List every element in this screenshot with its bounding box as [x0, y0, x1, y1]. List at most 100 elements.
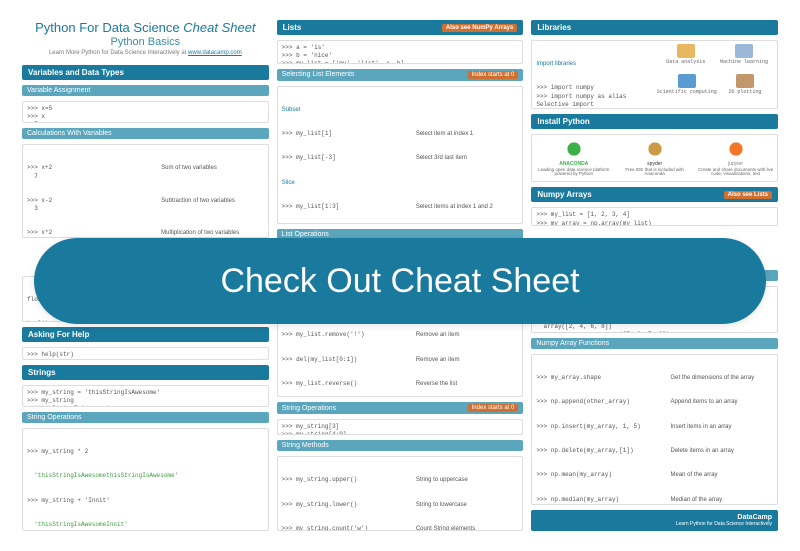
nf-d5: Median of the array — [667, 496, 774, 504]
import-label: Import libraries — [536, 60, 652, 68]
lm-d1: Remove an item — [412, 331, 519, 339]
calc-code-1: >>> x-2 3 — [27, 197, 157, 213]
nf-d3: Delete items in an array — [667, 447, 774, 455]
subset-label: Subset — [282, 106, 519, 114]
header: Python For Data Science Cheat Sheet Pyth… — [22, 20, 269, 56]
code-calculations: >>> x+2 7Sum of two variables >>> x-2 3S… — [22, 144, 269, 238]
section-numpy-arrays: Numpy Arrays Also see Lists — [531, 187, 778, 202]
sm-c1: >>> my_string.lower() — [282, 501, 412, 509]
lib-cap-1: Machine learning — [715, 59, 773, 66]
subset-desc-1: Select 3rd last item — [412, 154, 519, 162]
section-lists: Lists Also see NumPy Arrays — [277, 20, 524, 35]
nf-d4: Mean of the array — [667, 471, 774, 479]
slice-desc-0: Select items at index 1 and 2 — [412, 203, 519, 211]
lib-matplotlib: 2D plotting — [717, 74, 773, 104]
sub-string-methods: String Methods — [277, 440, 524, 451]
strop-1: 'thisStringIsAwesomethisStringIsAwesome' — [27, 472, 264, 480]
installer-anaconda: ANACONDA Leading open data science platf… — [534, 139, 613, 178]
lm-c1: >>> my_list.remove('!') — [282, 331, 412, 339]
installer-jupyter: jupyter Create and share documents with … — [696, 139, 775, 178]
sub-string-operations: String Operations Index starts at 0 — [277, 402, 524, 414]
anaconda-icon — [561, 139, 587, 159]
section-strings: Strings — [22, 365, 269, 380]
nf-c1: >>> np.append(other_array) — [536, 398, 666, 406]
sm-c2: >>> my_string.count('w') — [282, 525, 412, 531]
inst-name-2: jupyter — [696, 161, 775, 167]
code-list-select: Subset >>> my_list[1]Select item at inde… — [277, 86, 524, 224]
title-text: Python For Data Science — [35, 20, 183, 35]
jupyter-icon — [723, 139, 749, 159]
also-see-lists: Also see Lists — [724, 191, 772, 199]
section-libraries: Libraries — [531, 20, 778, 35]
lib-cap-0: Data analysis — [657, 59, 715, 66]
strop-2: >>> my_string + 'Innit' — [27, 497, 264, 505]
footer: DataCamp Learn Python for Data Science I… — [531, 510, 778, 531]
sub-variable-assignment: Variable Assignment — [22, 85, 269, 96]
inst-name-1: spyder — [615, 161, 694, 167]
lib-scikit: Machine learning — [715, 44, 773, 74]
lm-c2: >>> del(my_list[0:1]) — [282, 356, 412, 364]
section-label: Libraries — [537, 23, 571, 32]
nf-d1: Append items to an array — [667, 398, 774, 406]
scikit-icon — [735, 44, 753, 58]
tagline-text: Learn More Python for Data Science Inter… — [49, 50, 186, 56]
nf-c2: >>> np.insert(my_array, 1, 5) — [536, 423, 666, 431]
slice-label: Slice — [282, 179, 519, 187]
numpy-icon — [678, 74, 696, 88]
sub-calculations: Calculations With Variables — [22, 128, 269, 139]
section-label: Lists — [283, 23, 302, 32]
code-string-index: >>> my_string[3] >>> my_string[4:9] — [277, 419, 524, 435]
calc-code-2: >>> x*2 10 — [27, 229, 157, 238]
inst-name-0: ANACONDA — [534, 161, 613, 167]
section-label: Install Python — [537, 117, 589, 126]
code-string-def: >>> my_string = 'thisStringIsAwesome' >>… — [22, 385, 269, 407]
lib-cap-3: 2D plotting — [717, 89, 773, 96]
code-numpy-fn: >>> my_array.shapeGet the dimensions of … — [531, 354, 778, 505]
subtitle: Python Basics — [22, 36, 269, 48]
lib-numpy: Scientific computing — [657, 74, 717, 104]
tagline: Learn More Python for Data Science Inter… — [22, 50, 269, 56]
nf-c0: >>> my_array.shape — [536, 374, 666, 382]
spyder-icon — [642, 139, 668, 159]
code-numpy-def: >>> my_list = [1, 2, 3, 4] >>> my_array … — [531, 207, 778, 226]
section-variables: Variables and Data Types — [22, 65, 269, 80]
sub-selecting-list: Selecting List Elements Index starts at … — [277, 69, 524, 81]
installer-spyder: spyder Free IDE that is included with An… — [615, 139, 694, 178]
lib-cap-2: Scientific computing — [657, 89, 717, 96]
calc-desc-1: Subtraction of two variables — [157, 197, 264, 213]
nf-d0: Get the dimensions of the array — [667, 374, 774, 382]
section-label: Strings — [28, 368, 56, 377]
lm-d2: Remove an item — [412, 356, 519, 364]
calc-desc-2: Multiplication of two variables — [157, 229, 264, 238]
code-libraries: Import libraries >>> import numpy >>> im… — [531, 40, 778, 109]
title-italic: Cheat Sheet — [183, 20, 255, 35]
code-var-assign: >>> x=5 >>> x 5 — [22, 101, 269, 123]
sm-c0: >>> my_string.upper() — [282, 476, 412, 484]
nf-c4: >>> np.mean(my_array) — [536, 471, 666, 479]
check-out-button[interactable]: Check Out Cheat Sheet — [34, 238, 766, 324]
section-help: Asking For Help — [22, 327, 269, 342]
also-see-numpy: Also see NumPy Arrays — [442, 24, 517, 32]
section-install: Install Python — [531, 114, 778, 129]
sm-d0: String to uppercase — [412, 476, 519, 484]
strop-3: 'thisStringIsAwesomeInnit' — [27, 521, 264, 529]
footer-brand: DataCamp — [737, 514, 772, 521]
code-string-ops: >>> my_string * 2 'thisStringIsAwesometh… — [22, 428, 269, 531]
main-title: Python For Data Science Cheat Sheet — [22, 20, 269, 35]
installers-row: ANACONDA Leading open data science platf… — [531, 134, 778, 183]
index-badge-2: Index starts at 0 — [468, 404, 519, 412]
inst-cap-0: Leading open data science platform power… — [534, 168, 613, 178]
calc-desc-0: Sum of two variables — [157, 164, 264, 180]
section-label: Variables and Data Types — [28, 68, 124, 77]
subset-code-0: >>> my_list[1] — [282, 130, 412, 138]
pandas-icon — [677, 44, 695, 58]
tagline-link[interactable]: www.datacamp.com — [188, 50, 242, 56]
matplotlib-icon — [736, 74, 754, 88]
slice-code-0: >>> my_list[1:3] — [282, 203, 412, 211]
footer-sub: Learn Python for Data Science Interactiv… — [537, 521, 772, 527]
sub-numpy-fn: Numpy Array Functions — [531, 338, 778, 349]
import-code: >>> import numpy >>> import numpy as ali… — [536, 84, 652, 108]
strop-0: >>> my_string * 2 — [27, 448, 264, 456]
section-label: Numpy Arrays — [537, 190, 591, 199]
sm-d1: String to lowercase — [412, 501, 519, 509]
